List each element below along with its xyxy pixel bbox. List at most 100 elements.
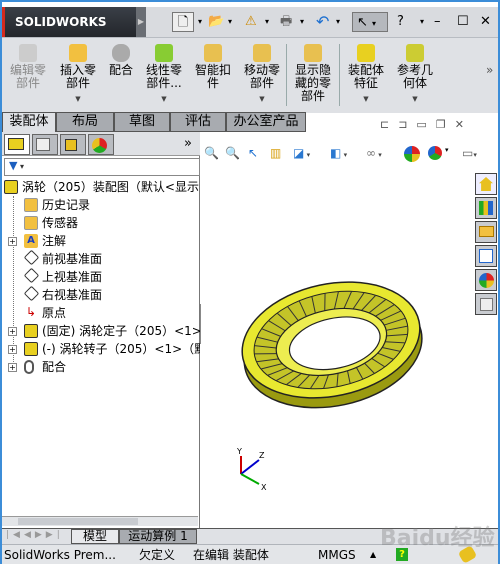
paperclip-icon xyxy=(24,360,34,374)
chevron-down-icon[interactable]: ▼ xyxy=(240,93,284,106)
smart-fasteners-icon xyxy=(204,44,222,62)
tree-item-rotor[interactable]: + (-) 涡轮转子（205）<1>（默 xyxy=(2,340,200,358)
apply-scene-icon[interactable] xyxy=(428,146,442,160)
help-icon[interactable]: ? xyxy=(397,12,404,32)
tab-sketch[interactable]: 草图 xyxy=(114,112,170,132)
tab-motion-study-1[interactable]: 运动算例 1 xyxy=(119,529,197,544)
part-icon xyxy=(24,324,38,338)
linear-pattern-icon xyxy=(155,44,173,62)
more-commands-button[interactable]: » xyxy=(486,64,493,77)
close-icon[interactable]: ✕ xyxy=(480,12,491,32)
section-view-icon[interactable]: ▥ xyxy=(270,146,281,160)
title-bar: SOLIDWORKS ▶ 🗋 ▾ 📂 ▾ ⚠ ▾ 🖶 ▾ ↶ ▾ ↖ ▾ ? ▾… xyxy=(2,7,498,37)
edit-component-button[interactable]: 编辑零 部件 xyxy=(8,44,48,90)
svg-text:Z: Z xyxy=(259,451,265,460)
show-hidden-icon xyxy=(304,44,322,62)
zoom-to-area-icon[interactable]: 🔍 xyxy=(225,146,240,160)
select-icon[interactable]: ↖ ▾ xyxy=(352,12,388,32)
view-settings-icon[interactable]: ▭▾ xyxy=(462,146,477,160)
expand-icon[interactable]: + xyxy=(8,345,17,354)
viewport-window-controls[interactable]: ⊏⊐▭❐✕ xyxy=(380,118,473,131)
button-label: 插入零 部件 xyxy=(59,63,96,90)
chevron-down-icon[interactable]: ▼ xyxy=(142,93,186,106)
move-component-icon xyxy=(253,44,271,62)
horizontal-scrollbar[interactable] xyxy=(2,516,198,526)
print-icon[interactable]: 🖶 xyxy=(280,12,292,32)
tree-filter[interactable]: ▼ ▾ xyxy=(4,158,200,176)
assembly-features-button[interactable]: 装配体 特征 ▼ xyxy=(344,44,388,106)
move-component-button[interactable]: 移动零 部件 ▼ xyxy=(240,44,284,106)
taskpane-custom-properties-icon[interactable] xyxy=(475,293,497,315)
taskpane-home-icon[interactable] xyxy=(475,173,497,195)
units-system[interactable]: MMGS xyxy=(318,545,356,565)
plane-icon xyxy=(23,250,40,266)
solidworks-logo[interactable]: SOLIDWORKS xyxy=(2,7,136,37)
tree-item-front-plane[interactable]: 前视基准面 xyxy=(2,250,200,268)
taskpane-design-library-icon[interactable] xyxy=(475,197,497,219)
linear-pattern-button[interactable]: 线性零 部件... ▼ xyxy=(142,44,186,106)
taskpane-appearances-icon[interactable] xyxy=(475,269,497,291)
taskpane-file-explorer-icon[interactable] xyxy=(475,221,497,243)
view-orientation-icon[interactable]: ◪ ▾ xyxy=(293,146,310,160)
smart-fasteners-button[interactable]: 智能扣 件 xyxy=(191,44,235,90)
tab-evaluate[interactable]: 评估 xyxy=(170,112,226,132)
chevron-down-icon[interactable]: ▼ xyxy=(344,93,388,106)
expand-icon[interactable]: + xyxy=(8,327,17,336)
tab-layout[interactable]: 布局 xyxy=(56,112,114,132)
tree-item-sensors[interactable]: 传感器 xyxy=(2,214,200,232)
configuration-manager-tab-icon[interactable] xyxy=(60,134,86,155)
tree-root[interactable]: 涡轮（205）装配图（默认<显示 xyxy=(2,178,200,196)
open-icon[interactable]: 📂 xyxy=(208,12,224,32)
expand-icon[interactable]: + xyxy=(8,363,17,372)
previous-view-icon[interactable]: ↖ xyxy=(248,146,258,160)
new-document-icon[interactable]: 🗋 xyxy=(172,12,194,32)
hide-show-items-icon[interactable]: ∞ ▾ xyxy=(366,146,382,160)
tree-item-history[interactable]: 历史记录 xyxy=(2,196,200,214)
tree-item-stator[interactable]: + (固定) 涡轮定子（205）<1> xyxy=(2,322,200,340)
feature-manager-panel: » ▼ ▾ 涡轮（205）装配图（默认<显示 历史记录 传感器 + A 注解 前视基… xyxy=(2,132,200,528)
tab-scroll-arrows[interactable]: |◀◀▶▶| xyxy=(6,530,64,540)
panel-more-button[interactable]: » xyxy=(184,136,192,151)
reference-geometry-button[interactable]: 参考几 何体 ▼ xyxy=(393,44,437,106)
new-dropdown[interactable]: ▾ xyxy=(198,12,202,32)
minimize-icon[interactable]: – xyxy=(434,12,441,32)
paperclip-icon xyxy=(112,44,130,62)
scene-dropdown[interactable]: ▾ xyxy=(445,146,449,154)
open-dropdown[interactable]: ▾ xyxy=(228,12,232,32)
undo-icon[interactable]: ↶ xyxy=(316,12,329,32)
tree-item-origin[interactable]: ↳ 原点 xyxy=(2,304,200,322)
menu-expand-arrow[interactable]: ▶ xyxy=(136,7,146,37)
divider xyxy=(286,44,287,106)
units-menu-icon[interactable]: ▲ xyxy=(370,545,376,565)
graphics-area[interactable]: Y Z X xyxy=(201,132,498,528)
tab-assembly[interactable]: 装配体 xyxy=(2,112,56,133)
turbine-assembly-model xyxy=(241,281,423,409)
button-label: 显示隐 藏的零 部件 xyxy=(294,63,331,103)
display-style-icon[interactable]: ◧ ▾ xyxy=(330,146,347,160)
tree-item-annotations[interactable]: + A 注解 xyxy=(2,232,200,250)
tab-model[interactable]: 模型 xyxy=(71,529,119,544)
zoom-to-fit-icon[interactable]: 🔍 xyxy=(204,146,219,160)
taskpane-view-palette-icon[interactable] xyxy=(475,245,497,267)
tree-item-top-plane[interactable]: 上视基准面 xyxy=(2,268,200,286)
print-dropdown[interactable]: ▾ xyxy=(300,12,304,32)
show-hidden-components-button[interactable]: 显示隐 藏的零 部件 xyxy=(291,44,335,103)
undo-dropdown[interactable]: ▾ xyxy=(336,12,340,32)
property-manager-tab-icon[interactable] xyxy=(32,134,58,155)
chevron-down-icon[interactable]: ▼ xyxy=(56,93,100,106)
help-dropdown[interactable]: ▾ xyxy=(420,12,424,32)
plane-icon xyxy=(23,286,40,302)
feature-manager-tab-icon[interactable] xyxy=(4,134,30,155)
edit-appearance-icon[interactable] xyxy=(404,146,420,162)
maximize-icon[interactable]: ☐ xyxy=(457,12,469,32)
save-dropdown[interactable]: ▾ xyxy=(265,12,269,32)
save-icon[interactable]: ⚠ xyxy=(245,12,257,32)
insert-component-button[interactable]: 插入零 部件 ▼ xyxy=(56,44,100,106)
chevron-down-icon[interactable]: ▼ xyxy=(393,93,437,106)
tree-item-mates[interactable]: + 配合 xyxy=(2,358,200,376)
tree-item-right-plane[interactable]: 右视基准面 xyxy=(2,286,200,304)
expand-icon[interactable]: + xyxy=(8,237,17,246)
tab-office-products[interactable]: 办公室产品 xyxy=(226,112,306,132)
mate-button[interactable]: 配合 xyxy=(106,44,136,77)
appearance-tab-icon[interactable] xyxy=(88,134,114,155)
